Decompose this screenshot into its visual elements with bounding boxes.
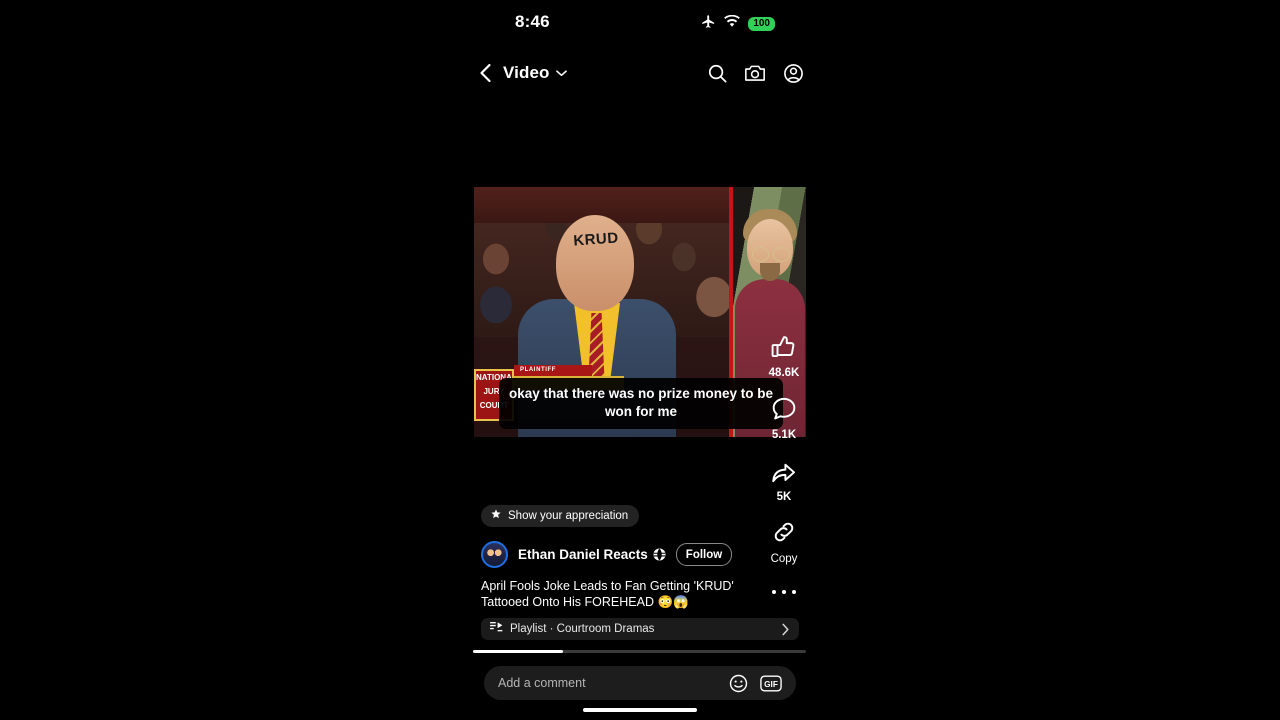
- scroll-progress-fill: [473, 650, 563, 653]
- account-circle-icon[interactable]: [780, 60, 806, 86]
- channel-name[interactable]: Ethan Daniel Reacts: [518, 547, 648, 562]
- comment-count: 5.1K: [771, 429, 797, 441]
- link-icon: [771, 522, 797, 549]
- home-indicator: [583, 708, 697, 712]
- copy-label: Copy: [770, 553, 798, 565]
- sparkle-star-icon: [490, 508, 502, 524]
- like-count: 48.6K: [768, 367, 800, 379]
- lower-third-role: PLAINTIFF: [514, 365, 592, 376]
- airplane-icon: [701, 14, 716, 34]
- phone-screen: 8:46 100 Video KRUD PLAINTIFF NATIONAL J…: [0, 0, 1280, 720]
- more-horizontal-icon[interactable]: [772, 584, 796, 600]
- app-header: Video: [474, 56, 806, 90]
- share-count: 5K: [776, 491, 792, 503]
- show-appreciation-label: Show your appreciation: [508, 510, 629, 522]
- status-time: 8:46: [515, 12, 550, 31]
- reactor-glasses-left: [752, 247, 769, 262]
- comment-input-placeholder[interactable]: Add a comment: [498, 676, 717, 690]
- channel-row: Ethan Daniel Reacts Follow: [481, 541, 733, 568]
- scroll-progress-track[interactable]: [473, 650, 806, 653]
- back-button[interactable]: [474, 62, 496, 84]
- avatar[interactable]: [481, 541, 508, 568]
- gif-icon[interactable]: GIF: [760, 674, 782, 692]
- share-arrow-icon: [770, 463, 798, 489]
- globe-icon: [653, 548, 666, 561]
- page-title: Video: [503, 63, 550, 82]
- follow-button[interactable]: Follow: [675, 543, 733, 566]
- status-bar: 8:46 100: [470, 12, 810, 38]
- like-button[interactable]: 48.6K: [762, 333, 806, 379]
- thumbs-up-icon: [770, 336, 798, 365]
- playlist-label: Playlist · Courtroom Dramas: [510, 623, 655, 635]
- chevron-down-icon[interactable]: [556, 69, 568, 77]
- share-button[interactable]: 5K: [762, 459, 806, 503]
- playlist-icon: [490, 620, 503, 638]
- show-appreciation-chip[interactable]: Show your appreciation: [481, 505, 640, 527]
- reactor-glasses-right: [773, 247, 790, 262]
- forehead-tattoo-text: KRUD: [572, 229, 620, 250]
- search-icon[interactable]: [704, 60, 730, 86]
- status-indicators: 100: [701, 14, 775, 34]
- comment-bubble-icon: [770, 397, 798, 427]
- post-title[interactable]: April Fools Joke Leads to Fan Getting 'K…: [481, 578, 766, 610]
- plaintiff-head: [556, 215, 634, 311]
- battery-indicator: 100: [748, 17, 775, 31]
- chevron-right-icon[interactable]: [781, 623, 790, 636]
- svg-text:GIF: GIF: [764, 680, 778, 689]
- playlist-row[interactable]: Playlist · Courtroom Dramas: [481, 618, 799, 640]
- comment-button[interactable]: 5.1K: [762, 395, 806, 441]
- copy-link-button[interactable]: Copy: [762, 519, 806, 565]
- video-caption: okay that there was no prize money to be…: [499, 378, 783, 429]
- emoji-smiley-icon[interactable]: [729, 674, 748, 693]
- wifi-icon: [724, 14, 741, 33]
- camera-icon[interactable]: [742, 60, 768, 86]
- comment-input-row[interactable]: Add a comment GIF: [484, 666, 796, 700]
- video-player[interactable]: KRUD PLAINTIFF NATIONAL JURY COURT okay …: [474, 187, 806, 437]
